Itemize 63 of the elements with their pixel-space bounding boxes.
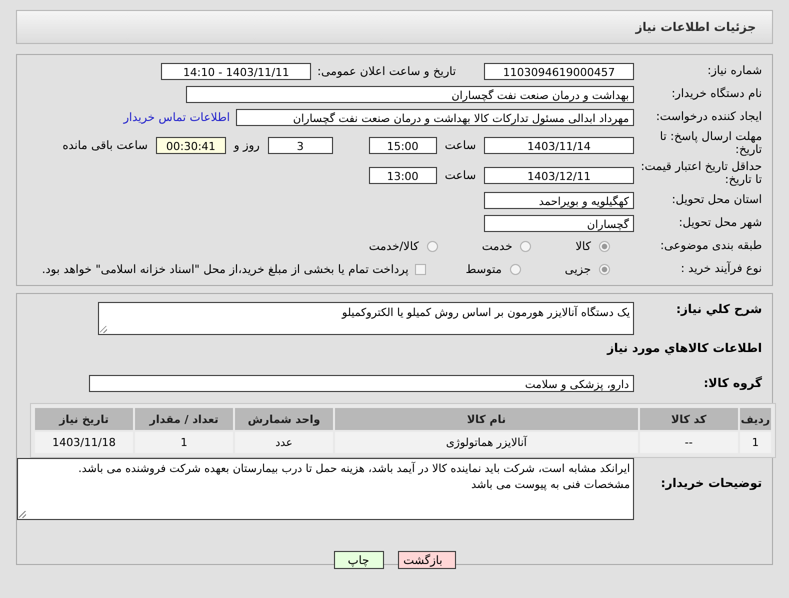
radio-label: جزیی (564, 262, 591, 276)
date-field: 1403/12/11 (484, 166, 634, 184)
checkbox[interactable] (414, 264, 426, 274)
radio-button[interactable] (520, 240, 532, 252)
column-header: واحد شمارش (235, 408, 333, 430)
radio-label: کالا/خدمت (368, 239, 419, 253)
date-field: 1403/11/14 (484, 136, 634, 154)
column-header: تاریخ نیاز (35, 408, 133, 430)
field-label: روز و (234, 138, 260, 152)
radio-button[interactable] (599, 240, 610, 252)
field-label: ساعت (444, 138, 476, 152)
column-header: تعداد / مقدار (135, 408, 233, 430)
resize-grip-icon (100, 326, 107, 333)
column-header: ردیف (740, 408, 771, 430)
table-cell: -- (640, 432, 738, 453)
buyer-org-field: بهداشت و درمان صنعت نفت گچساران (186, 86, 634, 102)
remaining-time-field: 00:30:41 (156, 136, 226, 154)
radio-label: کالا (575, 239, 591, 253)
checkbox-label: پرداخت تمام یا بخشی از مبلغ خرید،از محل "اسناد خزانه اسلامی" خواهد بود. (42, 262, 409, 276)
page-title: جزئیات اطلاعات نیاز (635, 20, 756, 34)
field-label: حداقل تاریخ اعتبار قیمت: تا تاریخ: (640, 160, 763, 186)
days-field: 3 (268, 136, 333, 154)
time-field: 15:00 (368, 136, 437, 154)
field-label: گروه کالا: (702, 376, 763, 390)
field-label: مهلت ارسال پاسخ: تا تاریخ: (658, 130, 763, 156)
radio-button[interactable] (426, 240, 438, 252)
field-label: نام دستگاه خریدار: (670, 87, 763, 101)
field-label: نوع فرآیند خرید : (680, 262, 763, 276)
table-cell: آنالایزر هماتولوژی (335, 432, 638, 453)
field-label: ایجاد کننده درخواست: (655, 110, 763, 124)
field-label: تاريخ و ساعت اعلان عمومی: (317, 64, 456, 78)
province-field: کهگیلویه و بویراحمد (484, 192, 634, 208)
city-field: گچساران (484, 214, 634, 232)
column-header: کد کالا (640, 408, 738, 430)
table-cell: 1 (135, 432, 233, 453)
announce-date-field: 1403/11/11 - 14:10 (161, 62, 312, 80)
table-cell: 1403/11/18 (35, 432, 133, 453)
print-button[interactable]: چاپ (334, 551, 384, 569)
table-cell: عدد (235, 432, 333, 453)
field-label: توضیحات خریدار: (660, 476, 763, 490)
resize-grip-icon (19, 511, 26, 518)
radio-label: خدمت (482, 239, 512, 253)
field-label: شرح کلي نياز: (675, 302, 763, 316)
field-label: طبقه بندی موضوعی: (659, 239, 763, 253)
section-title: اطلاعات كالاهاي مورد نياز (606, 341, 763, 355)
field-label: استان محل تحویل: (670, 193, 763, 207)
contact-link[interactable]: اطلاعات تماس خریدار (123, 110, 230, 124)
need-number-field: 1103094619000457 (484, 62, 634, 80)
field-label: شماره نیاز: (706, 64, 763, 78)
requester-field: مهرداد ابدالی مسئول تدارکات کالا بهداشت و درمان صنعت نفت گچساران (236, 108, 634, 126)
table-cell: 1 (740, 432, 771, 453)
radio-button[interactable] (599, 264, 610, 274)
radio-label: متوسط (466, 262, 502, 276)
field-label: شهر محل تحویل: (678, 216, 763, 230)
radio-button[interactable] (510, 264, 521, 274)
buyer-notes-textarea[interactable]: ایرانکد مشابه است، شرکت باید نماینده کالا در آیمد باشد، هزینه حمل تا درب بیمارستان بعهده شرکت فروشنده می باشد. مشخصات فنی به پیوست می باشد (17, 458, 634, 520)
back-button[interactable]: بازگشت (398, 551, 456, 569)
field-label: ساعت باقی مانده (62, 138, 148, 152)
field-label: ساعت (444, 168, 476, 182)
goods-group-field: دارو، پزشکی و سلامت (89, 374, 634, 392)
column-header: نام کالا (335, 408, 638, 430)
description-textarea[interactable]: یک دستگاه آنالایزر هورمون بر اساس روش کمیلو یا الکتروکمیلو (98, 302, 634, 335)
time-field: 13:00 (368, 166, 437, 184)
